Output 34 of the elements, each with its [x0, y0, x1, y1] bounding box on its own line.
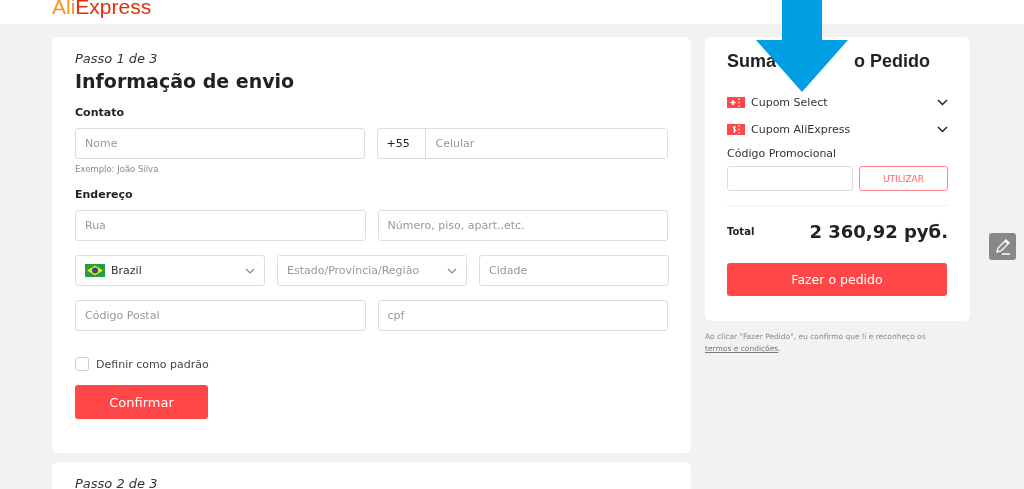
- number-field[interactable]: Número, piso, apart.,etc.: [377, 210, 668, 241]
- coupon-row[interactable]: Cupom Select: [727, 89, 948, 116]
- phone-field[interactable]: +55 Celular: [376, 128, 668, 159]
- checkbox-label[interactable]: Definir como padrão: [96, 357, 209, 371]
- coupon-icon: [727, 124, 745, 135]
- coupon-row[interactable]: Cupom AliExpress: [727, 116, 948, 143]
- country-select[interactable]: Brazil: [75, 255, 265, 286]
- postal-code-field[interactable]: Código Postal: [75, 300, 366, 331]
- checkbox[interactable]: [75, 357, 89, 371]
- chevron-down-icon: [245, 267, 255, 274]
- step-label: Passo 1 de 3: [75, 51, 159, 68]
- edit-button[interactable]: [989, 233, 1016, 260]
- country-code[interactable]: +55: [377, 129, 426, 158]
- name-field[interactable]: Nome: [75, 128, 365, 159]
- section-title: Informação de envio: [75, 70, 296, 94]
- address-label: Endereço: [75, 188, 134, 201]
- promo-label: Código Promocional: [727, 147, 838, 160]
- promo-code-field[interactable]: [727, 166, 853, 191]
- coupon-icon: [727, 97, 745, 108]
- contact-label: Contato: [75, 106, 125, 119]
- summary-title: Suma: [727, 51, 777, 73]
- street-field[interactable]: Rua: [75, 210, 366, 241]
- summary-title: o Pedido: [854, 51, 931, 73]
- name-hint: Exemplo: João Silva: [75, 164, 160, 174]
- chevron-down-icon: [447, 267, 457, 274]
- chevron-down-icon: [937, 99, 948, 106]
- total-value: 2 360,92 руб.: [809, 220, 948, 242]
- pencil-icon: [993, 237, 1012, 256]
- chevron-down-icon: [937, 126, 948, 133]
- flag-icon: [85, 264, 105, 277]
- city-field[interactable]: Cidade: [479, 255, 669, 286]
- total-label: Total: [727, 225, 755, 237]
- cpf-field[interactable]: cpf: [377, 300, 668, 331]
- step-label: Passo 2 de 3: [75, 476, 159, 489]
